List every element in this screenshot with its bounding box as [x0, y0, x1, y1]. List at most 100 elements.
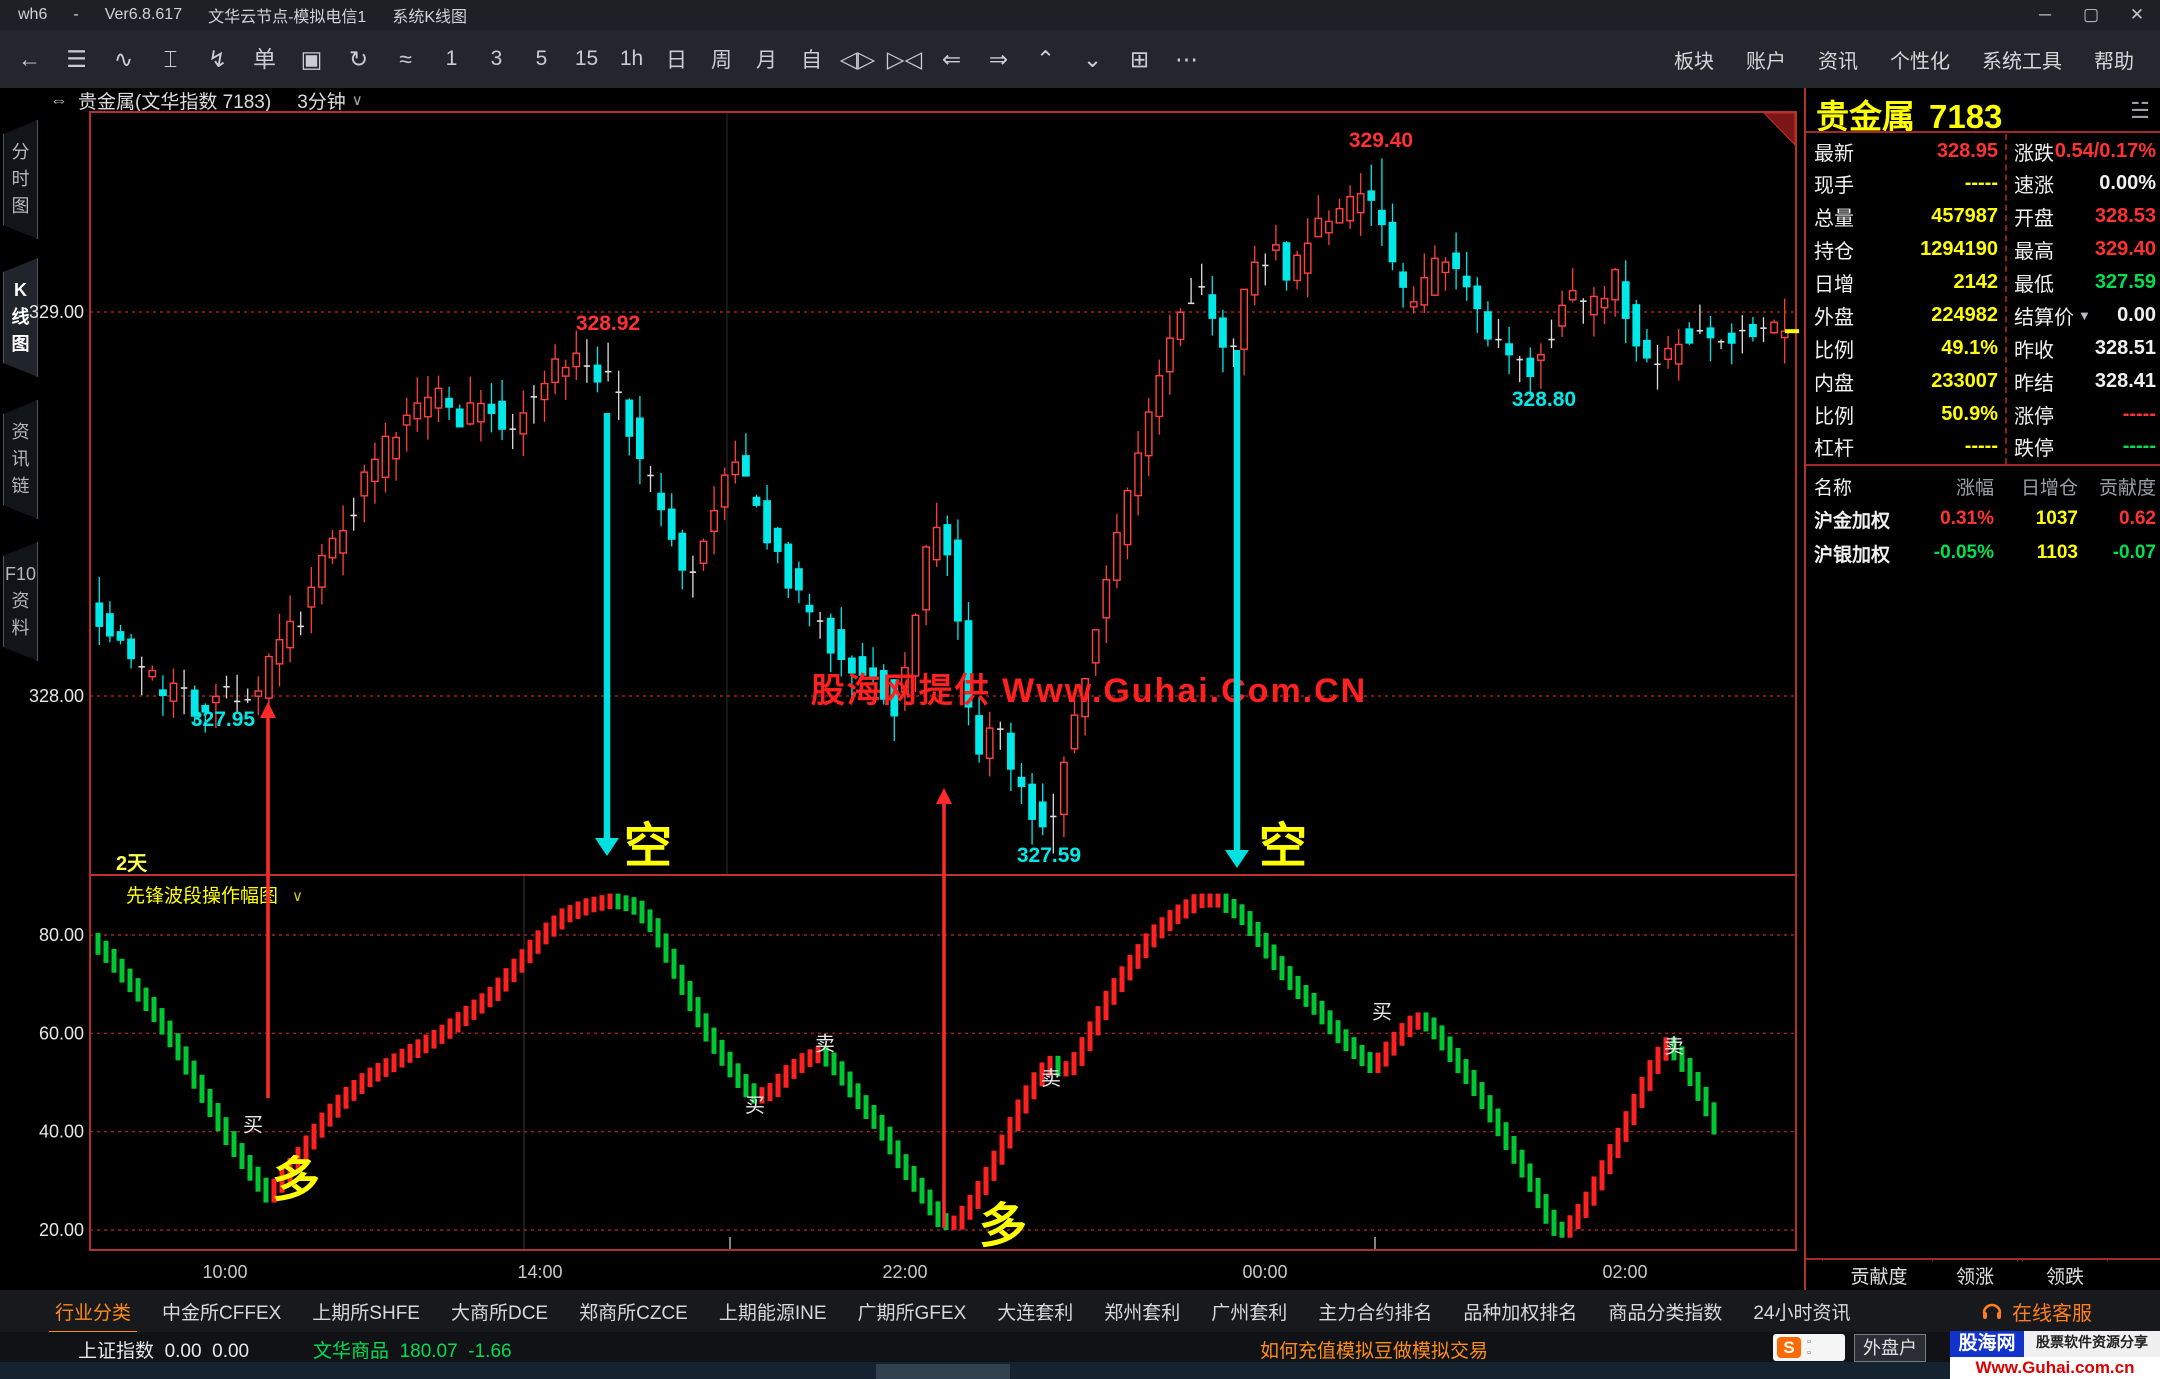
- candle-body: [467, 403, 473, 424]
- quote-row-持仓: 持仓1294190: [1814, 235, 1998, 265]
- candle-body: [446, 399, 452, 408]
- indicator-bar: [176, 1033, 181, 1060]
- indicator-bar: [1104, 991, 1109, 1020]
- market-tab-商品分类指数[interactable]: 商品分类指数: [1606, 1298, 1724, 1325]
- indicator-bar: [1656, 1047, 1661, 1074]
- y-axis-label: 60.00: [39, 1023, 84, 1043]
- panel-tab-贡献度[interactable]: 贡献度: [1822, 1260, 1936, 1292]
- candle-body: [1368, 191, 1374, 200]
- candle-body: [1135, 453, 1141, 496]
- table-header: 名称涨幅日增仓贡献度: [1814, 470, 2156, 502]
- trend-label-多: 多: [979, 1200, 1027, 1253]
- indicator-bar: [624, 895, 629, 911]
- candle-body: [785, 544, 791, 588]
- indicator-bar: [1264, 933, 1269, 959]
- indicator-bar: [112, 949, 117, 973]
- candle-body: [1209, 295, 1215, 318]
- candle-body: [149, 671, 155, 677]
- panel-tab-领跌[interactable]: 领跌: [2022, 1260, 2108, 1292]
- indicator-bar: [504, 968, 509, 991]
- candle-body: [722, 475, 728, 507]
- market-tab-中金所CFFEX[interactable]: 中金所CFFEX: [160, 1298, 283, 1325]
- quote-row-最高: 最高329.40: [2014, 235, 2156, 265]
- quote-row-日增: 日增2142: [1814, 268, 1998, 298]
- candle-body: [1146, 412, 1152, 456]
- input-method-indicator[interactable]: S ▫▫: [1773, 1334, 1845, 1361]
- candle-body: [679, 533, 685, 570]
- candle-body: [1601, 299, 1607, 308]
- market-tab-郑州套利[interactable]: 郑州套利: [1102, 1298, 1182, 1325]
- indicator-bar: [1120, 966, 1125, 992]
- indicator-bar: [656, 918, 661, 947]
- indicator-bar: [1136, 944, 1141, 969]
- candle-body: [1252, 262, 1258, 295]
- quote-list-toggle-icon[interactable]: ☱: [2130, 98, 2150, 124]
- indicator-bar: [384, 1058, 389, 1077]
- indicator-bar: [632, 897, 637, 915]
- candle-body: [414, 403, 420, 419]
- market-tab-上期所SHFE[interactable]: 上期所SHFE: [310, 1298, 422, 1325]
- candle-body: [743, 456, 749, 476]
- candle-body: [1273, 245, 1279, 250]
- promo-link[interactable]: 如何充值模拟豆做模拟交易: [1260, 1336, 1488, 1363]
- indicator-bar: [1224, 894, 1229, 913]
- indicator-bar: [312, 1124, 317, 1150]
- indicator-bar: [704, 1013, 709, 1041]
- indicator-bar: [880, 1115, 885, 1141]
- indicator-bar: [360, 1073, 365, 1094]
- online-service-label[interactable]: 在线客服: [2012, 1297, 2092, 1326]
- indicator-bar: [664, 933, 669, 962]
- market-tab-24小时资讯[interactable]: 24小时资讯: [1751, 1298, 1852, 1325]
- indicator-bar: [1424, 1012, 1429, 1031]
- trend-arrow-head: [936, 788, 952, 804]
- table-row-沪银加权[interactable]: 沪银加权-0.05%1103-0.07: [1814, 536, 2156, 570]
- indicator-bar: [1248, 911, 1253, 936]
- candle-body: [1167, 338, 1173, 372]
- foreign-account-button[interactable]: 外盘户: [1854, 1334, 1926, 1362]
- trend-label-多: 多: [272, 1154, 320, 1207]
- indicator-bar: [1592, 1176, 1597, 1205]
- candle-body: [425, 397, 431, 416]
- candle-body: [1156, 376, 1162, 417]
- indicator-bar: [616, 894, 621, 910]
- panel-tab-领涨[interactable]: 领涨: [1932, 1260, 2018, 1292]
- quote-row-涨跌: 涨跌0.54/0.17%: [2014, 136, 2156, 166]
- candle-body: [329, 538, 335, 557]
- market-tab-品种加权排名[interactable]: 品种加权排名: [1461, 1298, 1579, 1325]
- market-tab-广期所GFEX[interactable]: 广期所GFEX: [856, 1298, 969, 1325]
- market-tab-行业分类[interactable]: 行业分类: [53, 1298, 133, 1325]
- market-tab-上期能源INE[interactable]: 上期能源INE: [717, 1298, 829, 1325]
- market-tab-广州套利[interactable]: 广州套利: [1209, 1298, 1289, 1325]
- table-row-沪金加权[interactable]: 沪金加权0.31%10370.62: [1814, 502, 2156, 536]
- market-tab-郑商所CZCE[interactable]: 郑商所CZCE: [577, 1298, 690, 1325]
- indicator-bar: [560, 908, 565, 929]
- candle-body: [1315, 218, 1321, 236]
- quote-panel: 贵金属7183 ☱ 最新328.95现手-----总量457987持仓12941…: [1804, 88, 2160, 1290]
- indicator-bar: [368, 1068, 373, 1088]
- quote-row-杠杆: 杠杆-----: [1814, 432, 1998, 462]
- market-tab-大连套利[interactable]: 大连套利: [995, 1298, 1075, 1325]
- guhai-url: Www.Guhai.com.cn: [1950, 1357, 2160, 1379]
- range-label: 2天: [116, 853, 148, 875]
- candle-body: [1570, 291, 1576, 300]
- indicator-bar: [984, 1167, 989, 1195]
- candle-body: [96, 603, 102, 626]
- market-tab-主力合约排名[interactable]: 主力合约排名: [1316, 1298, 1434, 1325]
- indicator-bar: [872, 1105, 877, 1129]
- indicator-bar: [936, 1201, 941, 1227]
- taskbar-item[interactable]: [876, 1364, 1010, 1379]
- candle-body: [1029, 784, 1035, 819]
- market-tab-大商所DCE[interactable]: 大商所DCE: [449, 1298, 550, 1325]
- candle-body: [1379, 210, 1385, 224]
- signal-label-卖: 卖: [815, 1033, 835, 1056]
- indicator-bar: [552, 915, 557, 936]
- online-service[interactable]: 在线客服: [1980, 1290, 2092, 1332]
- indicator-bar: [320, 1113, 325, 1138]
- indicator-bar: [1536, 1178, 1541, 1208]
- indicator-bar: [1072, 1052, 1077, 1075]
- candle-body: [340, 531, 346, 553]
- guhai-tagline: 股票软件资源分享: [2024, 1331, 2160, 1357]
- signal-label-买: 买: [745, 1095, 765, 1117]
- indicator-bar: [1704, 1087, 1709, 1117]
- indicator-bar: [344, 1087, 349, 1109]
